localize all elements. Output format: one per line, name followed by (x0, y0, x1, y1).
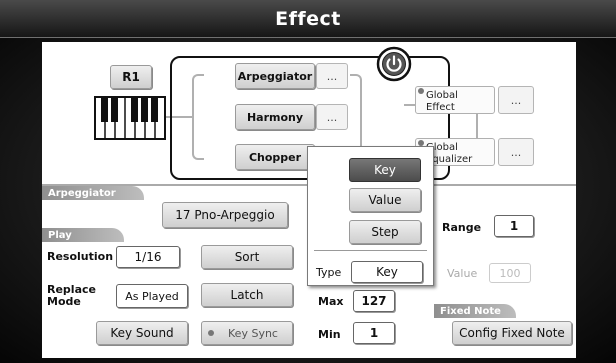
arpeggiator-more-button[interactable]: ... (316, 63, 348, 89)
harmony-more-button[interactable]: ... (316, 104, 348, 130)
power-icon[interactable] (376, 46, 412, 82)
min-field[interactable]: 1 (353, 322, 395, 344)
fixed-note-section-header: Fixed Note (434, 304, 516, 318)
resolution-label: Resolution (47, 250, 114, 263)
key-type-popup: Key Value Step Type Key (307, 146, 434, 286)
status-dot-icon (418, 88, 424, 94)
harmony-button[interactable]: Harmony (235, 104, 315, 130)
key-sound-button[interactable]: Key Sound (96, 321, 188, 345)
resolution-field[interactable]: 1/16 (116, 246, 180, 268)
value-field: 100 (489, 263, 531, 283)
page-title: Effect (275, 8, 341, 30)
value-label: Value (447, 267, 478, 280)
type-label: Type (316, 266, 342, 279)
range-field[interactable]: 1 (494, 215, 534, 237)
sort-button[interactable]: Sort (201, 245, 293, 269)
config-fixed-note-button[interactable]: Config Fixed Note (452, 321, 572, 345)
key-sync-button[interactable]: Key Sync (201, 321, 293, 345)
replace-mode-field[interactable]: As Played (116, 284, 188, 308)
part-button[interactable]: R1 (110, 65, 152, 89)
chopper-button[interactable]: Chopper (235, 144, 315, 170)
popup-divider (314, 250, 427, 251)
arpeggiator-section-header: Arpeggiator (42, 186, 144, 200)
status-dot-icon (208, 330, 214, 336)
range-label: Range (442, 221, 482, 234)
global-equalizer-more-button[interactable]: ... (498, 138, 534, 166)
popup-option-step[interactable]: Step (349, 220, 421, 244)
arpeggio-preset-button[interactable]: 17 Pno-Arpeggio (162, 202, 288, 228)
max-field[interactable]: 127 (353, 290, 395, 312)
global-effect-button[interactable]: Global Effect (415, 86, 495, 114)
play-section-header: Play (42, 228, 124, 242)
type-field[interactable]: Key (351, 261, 423, 283)
popup-option-value[interactable]: Value (349, 188, 421, 212)
global-effect-more-button[interactable]: ... (498, 86, 534, 114)
arpeggiator-button[interactable]: Arpeggiator (235, 63, 315, 89)
replace-mode-label: Replace Mode (47, 283, 96, 308)
max-label: Max (318, 295, 344, 308)
keyboard-icon (94, 96, 166, 140)
title-bar: Effect (0, 0, 616, 38)
connector-line (476, 112, 478, 138)
latch-button[interactable]: Latch (201, 283, 293, 307)
popup-option-key[interactable]: Key (349, 158, 421, 182)
min-label: Min (318, 328, 341, 341)
